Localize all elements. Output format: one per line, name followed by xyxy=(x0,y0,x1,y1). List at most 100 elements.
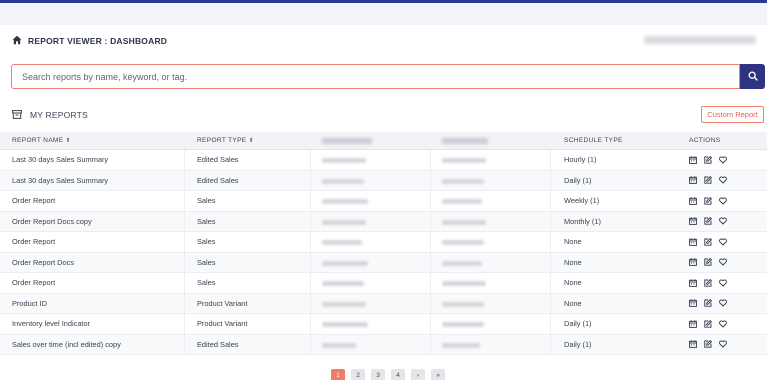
calendar-icon[interactable] xyxy=(688,176,697,185)
archive-icon xyxy=(12,106,22,124)
calendar-icon[interactable] xyxy=(688,217,697,226)
table-row: Sales over time (incl edited) copy Edited… xyxy=(0,334,767,355)
edit-icon[interactable] xyxy=(703,217,712,226)
column-divider xyxy=(550,170,551,191)
redacted-column-header xyxy=(322,138,372,144)
report-type-cell: Sales xyxy=(197,196,216,205)
page-button-4[interactable]: 4 xyxy=(391,369,405,380)
section-title: MY REPORTS xyxy=(30,110,88,120)
row-actions xyxy=(688,217,727,226)
heart-icon[interactable] xyxy=(718,217,727,226)
home-icon[interactable] xyxy=(12,32,22,50)
report-name-cell[interactable]: Last 30 days Sales Summary xyxy=(12,171,108,191)
calendar-icon[interactable] xyxy=(688,237,697,246)
redacted-cell xyxy=(322,240,362,245)
heart-icon[interactable] xyxy=(718,299,727,308)
report-type-cell: Product Variant xyxy=(197,298,248,308)
column-divider xyxy=(430,252,431,273)
column-divider xyxy=(184,314,185,334)
column-divider xyxy=(550,334,551,355)
heart-icon[interactable] xyxy=(718,258,727,267)
edit-icon[interactable] xyxy=(703,340,712,349)
report-name-cell[interactable]: Order Report xyxy=(12,191,55,211)
sort-icon[interactable]: ⬍ xyxy=(248,138,253,144)
custom-report-button[interactable]: Custom Report xyxy=(701,106,764,123)
table-row: Order Report Sales Weekly (1) xyxy=(0,191,767,212)
schedule-type-cell: None xyxy=(564,278,582,287)
column-divider xyxy=(430,314,431,334)
report-name-cell[interactable]: Order Report xyxy=(12,273,55,293)
calendar-icon[interactable] xyxy=(688,278,697,287)
row-actions xyxy=(688,340,727,349)
redacted-cell xyxy=(322,219,366,225)
table-row: Order Report Docs copy Sales Monthly (1) xyxy=(0,211,767,232)
calendar-icon[interactable] xyxy=(688,319,697,328)
heart-icon[interactable] xyxy=(718,319,727,328)
table-row: Last 30 days Sales Summary Edited Sales Da… xyxy=(0,170,767,191)
column-header-actions: ACTIONS xyxy=(689,137,721,144)
search-icon xyxy=(748,68,758,86)
edit-icon[interactable] xyxy=(703,237,712,246)
column-header-report-type[interactable]: REPORT TYPE ⬍ xyxy=(197,132,254,150)
search-input[interactable] xyxy=(22,71,739,82)
column-divider xyxy=(310,314,311,334)
search-bar xyxy=(11,64,740,89)
column-divider xyxy=(184,252,185,273)
column-divider xyxy=(550,293,551,314)
column-divider xyxy=(184,150,185,170)
column-divider xyxy=(550,191,551,211)
column-divider xyxy=(430,211,431,232)
report-name-cell[interactable]: Sales over time (incl edited) copy xyxy=(12,335,121,355)
report-type-cell: Sales xyxy=(197,237,216,246)
calendar-icon[interactable] xyxy=(688,155,697,164)
search-button[interactable] xyxy=(740,64,765,89)
table-row: Order Report Sales None xyxy=(0,273,767,294)
column-header-report-name[interactable]: REPORT NAME ⬍ xyxy=(12,132,71,150)
edit-icon[interactable] xyxy=(703,278,712,287)
redacted-cell xyxy=(322,178,364,184)
schedule-type-cell: Daily (1) xyxy=(564,319,592,328)
heart-icon[interactable] xyxy=(718,237,727,246)
report-name-cell[interactable]: Order Report Docs copy xyxy=(12,212,92,232)
calendar-icon[interactable] xyxy=(688,196,697,205)
edit-icon[interactable] xyxy=(703,176,712,185)
page-header: REPORT VIEWER : DASHBOARD xyxy=(12,34,167,48)
table-header: REPORT NAME ⬍ REPORT TYPE ⬍ SCHEDULE TYPE … xyxy=(0,132,767,150)
edit-icon[interactable] xyxy=(703,196,712,205)
column-divider xyxy=(184,170,185,191)
report-name-cell[interactable]: Order Report Docs xyxy=(12,253,74,273)
schedule-type-cell: Weekly (1) xyxy=(564,196,600,205)
heart-icon[interactable] xyxy=(718,155,727,164)
calendar-icon[interactable] xyxy=(688,340,697,349)
heart-icon[interactable] xyxy=(718,176,727,185)
last-page-button[interactable]: » xyxy=(431,369,445,380)
heart-icon[interactable] xyxy=(718,278,727,287)
table-row: Product ID Product Variant None xyxy=(0,293,767,314)
column-divider xyxy=(430,170,431,191)
column-divider xyxy=(430,273,431,293)
edit-icon[interactable] xyxy=(703,319,712,328)
edit-icon[interactable] xyxy=(703,258,712,267)
page-button-1[interactable]: 1 xyxy=(331,369,345,380)
report-name-cell[interactable]: Last 30 days Sales Summary xyxy=(12,150,108,170)
column-divider xyxy=(310,170,311,191)
next-page-button[interactable]: › xyxy=(411,369,425,380)
report-name-cell[interactable]: Inventory level Indicator xyxy=(12,314,90,334)
sort-icon[interactable]: ⬍ xyxy=(65,138,70,144)
table-row: Order Report Sales None xyxy=(0,232,767,253)
page-button-2[interactable]: 2 xyxy=(351,369,365,380)
report-type-cell: Product Variant xyxy=(197,319,248,328)
report-name-cell[interactable]: Product ID xyxy=(12,294,47,314)
column-divider xyxy=(310,150,311,170)
heart-icon[interactable] xyxy=(718,340,727,349)
column-divider xyxy=(550,252,551,273)
redacted-cell xyxy=(322,260,368,266)
calendar-icon[interactable] xyxy=(688,258,697,267)
edit-icon[interactable] xyxy=(703,155,712,164)
report-name-cell[interactable]: Order Report xyxy=(12,232,55,252)
heart-icon[interactable] xyxy=(718,196,727,205)
calendar-icon[interactable] xyxy=(688,299,697,308)
edit-icon[interactable] xyxy=(703,299,712,308)
column-divider xyxy=(184,211,185,232)
page-button-3[interactable]: 3 xyxy=(371,369,385,380)
